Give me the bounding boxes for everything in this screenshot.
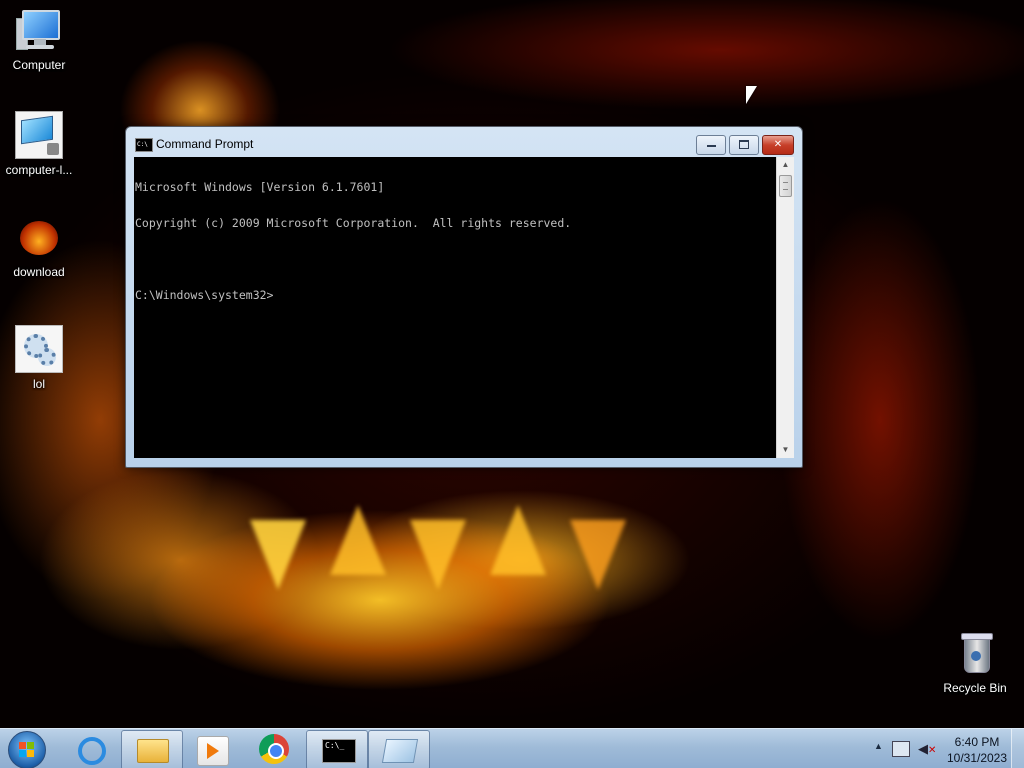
desktop-icon-label: lol	[32, 377, 45, 391]
recycle-bin-icon	[952, 631, 998, 677]
volume-muted-icon[interactable]: ◀✕	[918, 741, 936, 757]
taskbar-paper-app[interactable]	[368, 730, 430, 768]
desktop: Computer computer-l... download lol Recy…	[0, 0, 1024, 768]
desktop-icon-label: Computer	[12, 58, 66, 72]
taskbar: C:\_ ▲ ◀✕ 6:40 PM 10/31/2023	[0, 728, 1024, 768]
wallpaper-decoration	[330, 505, 386, 575]
scroll-up-arrow-icon[interactable]: ▲	[777, 157, 794, 173]
desktop-icon-recycle-bin[interactable]: Recycle Bin	[937, 631, 1013, 695]
settings-file-icon	[15, 325, 63, 373]
wallpaper-decoration	[490, 505, 546, 575]
vertical-scrollbar[interactable]: ▲ ▼	[776, 157, 794, 458]
desktop-icon-computer-l[interactable]: computer-l...	[1, 111, 77, 177]
maximize-icon	[739, 140, 749, 149]
command-prompt-icon: C:\_	[322, 739, 356, 763]
taskbar-chrome[interactable]	[244, 730, 304, 768]
close-icon: ✕	[773, 139, 783, 150]
clock[interactable]: 6:40 PM 10/31/2023	[944, 734, 1010, 766]
console-line: Copyright (c) 2009 Microsoft Corporation…	[135, 216, 572, 230]
show-hidden-icons-icon[interactable]: ▲	[874, 741, 883, 751]
windows-start-icon	[19, 742, 35, 758]
remote-computer-icon	[15, 111, 63, 159]
console-line: Microsoft Windows [Version 6.1.7601]	[135, 180, 385, 194]
taskbar-internet-explorer[interactable]	[60, 730, 120, 768]
desktop-icon-label: Recycle Bin	[943, 681, 1007, 695]
console-prompt[interactable]: C:\Windows\system32>	[135, 289, 777, 301]
desktop-icon-computer[interactable]: Computer	[1, 8, 77, 72]
desktop-icon-lol[interactable]: lol	[1, 325, 77, 391]
network-icon[interactable]	[892, 741, 910, 757]
window-title: Command Prompt	[156, 137, 254, 151]
pumpkin-image-icon	[16, 215, 62, 261]
wallpaper-decoration	[570, 520, 626, 590]
console-output[interactable]: Microsoft Windows [Version 6.1.7601] Cop…	[134, 157, 777, 458]
wallpaper-decoration	[410, 520, 466, 590]
close-button[interactable]: ✕	[762, 135, 794, 155]
scroll-down-arrow-icon[interactable]: ▼	[777, 442, 794, 458]
clock-date: 10/31/2023	[946, 751, 1008, 765]
command-prompt-window[interactable]: C:\ Command Prompt ✕ Microsoft Windows […	[125, 126, 803, 468]
clock-time: 6:40 PM	[954, 735, 1000, 749]
desktop-icon-label: computer-l...	[5, 163, 73, 177]
desktop-icon-label: download	[13, 265, 65, 279]
taskbar-file-explorer[interactable]	[121, 730, 183, 768]
computer-icon	[16, 8, 62, 54]
taskbar-command-prompt[interactable]: C:\_	[306, 730, 368, 768]
media-player-icon	[197, 736, 229, 766]
show-desktop-button[interactable]	[1011, 729, 1024, 768]
start-button[interactable]	[8, 731, 46, 768]
command-prompt-icon: C:\	[135, 138, 153, 152]
system-tray: ▲ ◀✕ 6:40 PM 10/31/2023	[864, 729, 1024, 768]
wallpaper-decoration	[250, 520, 306, 590]
desktop-icon-download[interactable]: download	[1, 215, 77, 279]
file-explorer-icon	[137, 739, 169, 763]
scrollbar-thumb[interactable]	[779, 175, 792, 197]
minimize-icon	[706, 145, 716, 147]
maximize-button[interactable]	[729, 135, 759, 155]
taskbar-media-player[interactable]	[182, 730, 242, 768]
minimize-button[interactable]	[696, 135, 726, 155]
window-titlebar[interactable]: C:\ Command Prompt ✕	[126, 127, 802, 157]
paper-app-icon	[381, 739, 419, 763]
internet-explorer-icon	[78, 737, 106, 765]
mouse-cursor-icon	[746, 86, 757, 104]
chrome-icon	[259, 734, 289, 764]
